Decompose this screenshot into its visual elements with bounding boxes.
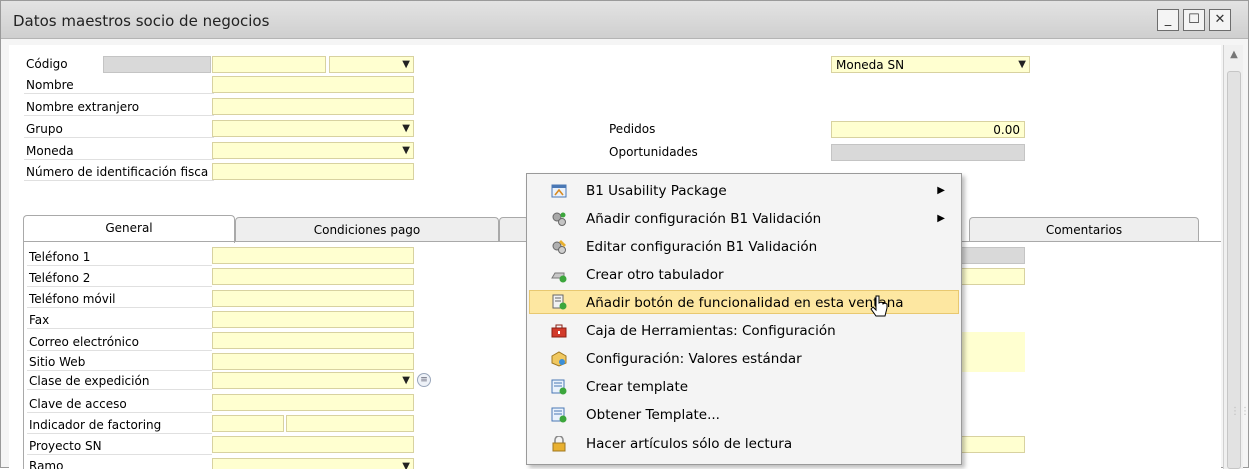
menu-item-label: Configuración: Valores estándar (586, 351, 802, 367)
right-field-3[interactable] (961, 332, 1025, 372)
template-get-icon (551, 407, 567, 423)
telefono-movil-input[interactable] (212, 290, 414, 307)
clase-expedicion-label: Clase de expedición (27, 372, 212, 390)
menu-item-label: Crear otro tabulador (586, 267, 724, 283)
fax-input[interactable] (212, 311, 414, 328)
chevron-down-icon: ▼ (402, 145, 410, 156)
menu-item-editar-config-validacion[interactable]: Editar configuración B1 Validación (529, 235, 959, 259)
correo-label: Correo electrónico (27, 333, 212, 351)
menu-item-label: Caja de Herramientas: Configuración (586, 323, 836, 339)
pedidos-value: 0.00 (993, 123, 1020, 137)
tab-add-icon (551, 272, 567, 283)
telefono2-input[interactable] (212, 268, 414, 285)
indicador-factoring-name-input[interactable] (286, 415, 414, 432)
menu-item-label: B1 Usability Package (586, 183, 727, 199)
menu-item-label: Editar configuración B1 Validación (586, 239, 818, 255)
telefono-movil-label: Teléfono móvil (27, 290, 212, 308)
nombre-label: Nombre (24, 76, 214, 94)
toolbox-icon (551, 324, 567, 338)
scroll-up-icon[interactable]: ▲ (1226, 47, 1242, 63)
codigo-input[interactable] (212, 56, 326, 73)
box-defaults-icon (551, 351, 567, 367)
ramo-label: Ramo (27, 457, 212, 469)
menu-item-articulos-solo-lectura[interactable]: Hacer artículos sólo de lectura (529, 432, 959, 456)
lock-icon (552, 436, 566, 452)
clave-acceso-input[interactable] (212, 394, 414, 411)
telefono2-label: Teléfono 2 (27, 269, 212, 287)
oportunidades-field (831, 144, 1025, 161)
right-field-4[interactable] (961, 436, 1025, 453)
menu-item-label: Hacer artículos sólo de lectura (586, 436, 793, 452)
tab-general[interactable]: General (23, 215, 235, 243)
proyecto-sn-input[interactable] (212, 436, 414, 453)
sitio-web-label: Sitio Web (27, 353, 212, 371)
indicador-factoring-code-input[interactable] (212, 415, 284, 432)
maximize-button[interactable]: ☐ (1183, 9, 1205, 31)
moneda-sn-value: Moneda SN (836, 58, 905, 72)
grupo-select[interactable]: ▼ (212, 120, 414, 137)
menu-item-valores-estandar[interactable]: Configuración: Valores estándar (529, 347, 959, 371)
nombre-input[interactable] (212, 76, 414, 93)
proyecto-sn-label: Proyecto SN (27, 437, 212, 455)
chevron-down-icon: ▼ (402, 123, 410, 134)
mouse-cursor-icon (870, 295, 888, 317)
ramo-select[interactable]: ▼ (212, 458, 414, 469)
menu-item-label: Añadir configuración B1 Validación (586, 211, 822, 227)
usability-package-icon (551, 184, 567, 198)
moneda-sn-select[interactable]: Moneda SN ▼ (831, 56, 1030, 73)
indicador-factoring-label: Indicador de factoring (27, 416, 212, 434)
fax-label: Fax (27, 311, 212, 329)
menu-item-anadir-boton-funcionalidad[interactable]: Añadir botón de funcionalidad en esta ve… (529, 290, 959, 314)
chevron-down-icon: ▼ (402, 59, 410, 70)
window-title: Datos maestros socio de negocios (13, 12, 270, 30)
minimize-button[interactable]: _ (1157, 9, 1179, 31)
context-menu: B1 Usability Package ▶ Añadir configurac… (526, 173, 962, 465)
nif-input[interactable] (212, 163, 414, 180)
chevron-down-icon: ▼ (402, 375, 410, 386)
moneda-label: Moneda (24, 142, 214, 160)
scrollbar-grip-icon: ⋮⋮ (1230, 406, 1249, 417)
submenu-arrow-icon: ▶ (937, 213, 945, 224)
add-button-icon (552, 294, 567, 310)
tab-comentarios[interactable]: Comentarios (969, 217, 1199, 242)
submenu-arrow-icon: ▶ (937, 185, 945, 196)
nombre-extranjero-label: Nombre extranjero (24, 98, 214, 116)
menu-item-caja-herramientas[interactable]: Caja de Herramientas: Configuración (529, 319, 959, 343)
clave-acceso-label: Clave de acceso (27, 395, 212, 413)
grupo-label: Grupo (24, 120, 214, 138)
template-create-icon (551, 379, 567, 395)
right-field-2[interactable] (961, 268, 1025, 285)
tab-condiciones-pago[interactable]: Condiciones pago (235, 217, 499, 242)
tab-panel-left-border (23, 241, 24, 469)
menu-item-obtener-template[interactable]: Obtener Template... (529, 403, 959, 427)
correo-input[interactable] (212, 332, 414, 349)
menu-item-anadir-config-validacion[interactable]: Añadir configuración B1 Validación ▶ (529, 207, 959, 231)
oportunidades-label: Oportunidades (609, 145, 698, 159)
menu-item-b1-usability-package[interactable]: B1 Usability Package ▶ (529, 179, 959, 203)
codigo-series-field[interactable] (103, 56, 211, 73)
pedidos-value-field: 0.00 (831, 121, 1025, 138)
close-button[interactable]: ✕ (1209, 9, 1231, 31)
menu-item-label: Obtener Template... (586, 407, 720, 423)
moneda-select[interactable]: ▼ (212, 142, 414, 159)
gears-add-icon (552, 212, 566, 226)
tab-hidden[interactable] (499, 217, 529, 242)
list-options-icon[interactable]: ≡ (417, 373, 431, 387)
menu-item-crear-otro-tabulador[interactable]: Crear otro tabulador (529, 263, 959, 287)
right-field-1 (961, 247, 1025, 264)
nombre-extranjero-input[interactable] (212, 98, 414, 115)
nif-label: Número de identificación fisca (24, 163, 214, 181)
menu-item-crear-template[interactable]: Crear template (529, 375, 959, 399)
menu-item-label: Crear template (586, 379, 689, 395)
gears-edit-icon (552, 240, 566, 254)
clase-expedicion-select[interactable]: ▼ (212, 372, 414, 389)
chevron-down-icon: ▼ (1018, 59, 1026, 70)
pedidos-label: Pedidos (609, 122, 656, 136)
telefono1-label: Teléfono 1 (27, 248, 212, 266)
sitio-web-input[interactable] (212, 353, 414, 370)
telefono1-input[interactable] (212, 247, 414, 264)
title-bar[interactable]: Datos maestros socio de negocios _ ☐ ✕ (1, 1, 1248, 39)
codigo-type-select[interactable]: ▼ (329, 56, 414, 73)
menu-item-label: Añadir botón de funcionalidad en esta ve… (586, 295, 904, 311)
